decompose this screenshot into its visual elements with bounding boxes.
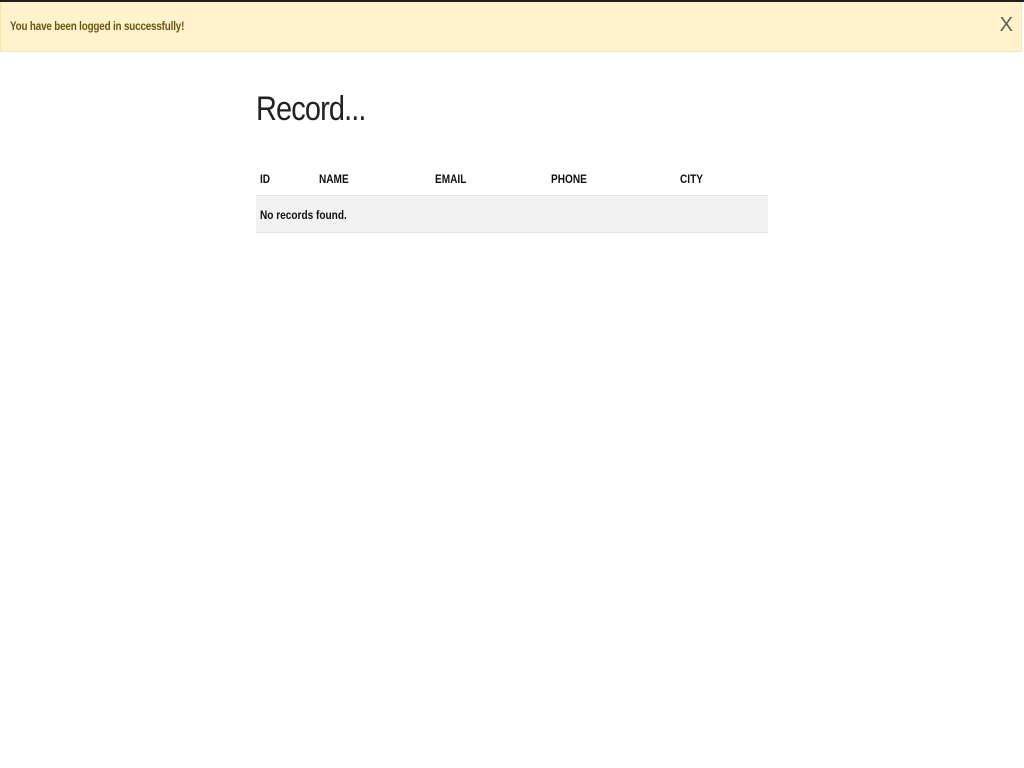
empty-message: No records found.: [256, 195, 768, 233]
table-header-row: ID NAME EMAIL PHONE CITY: [256, 160, 768, 196]
column-header-name[interactable]: NAME: [315, 160, 431, 196]
success-alert: You have been logged in successfully! X: [0, 2, 1022, 52]
column-header-phone[interactable]: PHONE: [547, 160, 676, 196]
column-header-id[interactable]: ID: [256, 160, 315, 196]
records-table: ID NAME EMAIL PHONE CITY No records foun…: [256, 160, 768, 233]
column-header-city[interactable]: CITY: [676, 160, 768, 196]
alert-close-button[interactable]: X: [1000, 15, 1013, 35]
empty-table-row: No records found.: [256, 195, 768, 233]
column-header-email[interactable]: EMAIL: [431, 160, 547, 196]
main-content: Record... ID NAME EMAIL PHONE CITY No re…: [256, 90, 768, 233]
alert-message: You have been logged in successfully!: [10, 19, 185, 33]
page-title: Record...: [256, 90, 366, 128]
